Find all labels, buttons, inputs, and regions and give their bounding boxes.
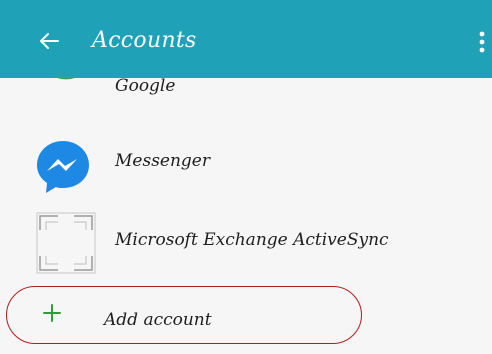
account-item-exchange[interactable]: Microsoft Exchange ActiveSync bbox=[0, 200, 492, 283]
account-label: Microsoft Exchange ActiveSync bbox=[115, 230, 389, 250]
account-item-google[interactable]: Google bbox=[0, 60, 492, 123]
exchange-icon bbox=[36, 212, 96, 274]
account-label: Google bbox=[115, 76, 176, 96]
add-account-label: Add account bbox=[104, 310, 212, 330]
more-vert-icon[interactable] bbox=[478, 30, 486, 54]
page-title: Accounts bbox=[92, 28, 197, 53]
account-item-messenger[interactable]: Messenger bbox=[0, 122, 492, 201]
messenger-icon bbox=[37, 141, 89, 193]
plus-icon bbox=[43, 304, 61, 322]
app-bar: Accounts bbox=[0, 0, 492, 78]
back-arrow-icon[interactable] bbox=[38, 30, 60, 52]
account-label: Messenger bbox=[115, 151, 210, 171]
add-account-row[interactable]: Add account bbox=[0, 282, 492, 354]
